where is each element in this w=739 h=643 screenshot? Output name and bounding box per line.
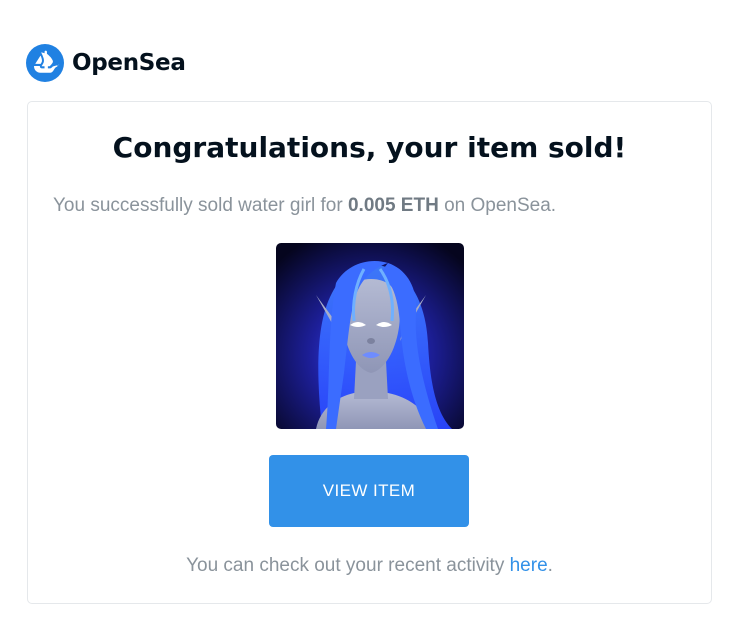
email-card: Congratulations, your item sold! You suc… — [27, 101, 712, 604]
activity-note-prefix: You can check out your recent activity — [186, 555, 510, 576]
sale-message: You successfully sold water girl for 0.0… — [53, 194, 556, 218]
activity-here-link[interactable]: here — [510, 555, 548, 576]
email-title: Congratulations, your item sold! — [112, 131, 627, 164]
sale-message-prefix: You successfully sold water girl for — [53, 195, 348, 216]
brand-name[interactable]: OpenSea — [72, 44, 186, 82]
sale-amount: 0.005 ETH — [347, 195, 439, 216]
sale-message-suffix: on OpenSea. — [438, 195, 557, 216]
brand-header: OpenSea — [26, 44, 186, 82]
activity-note: You can check out your recent activity h… — [28, 554, 711, 578]
nft-image[interactable] — [276, 243, 464, 429]
opensea-logo-icon — [26, 44, 64, 82]
view-item-button[interactable]: VIEW ITEM — [269, 455, 469, 527]
activity-note-suffix: . — [547, 555, 553, 576]
